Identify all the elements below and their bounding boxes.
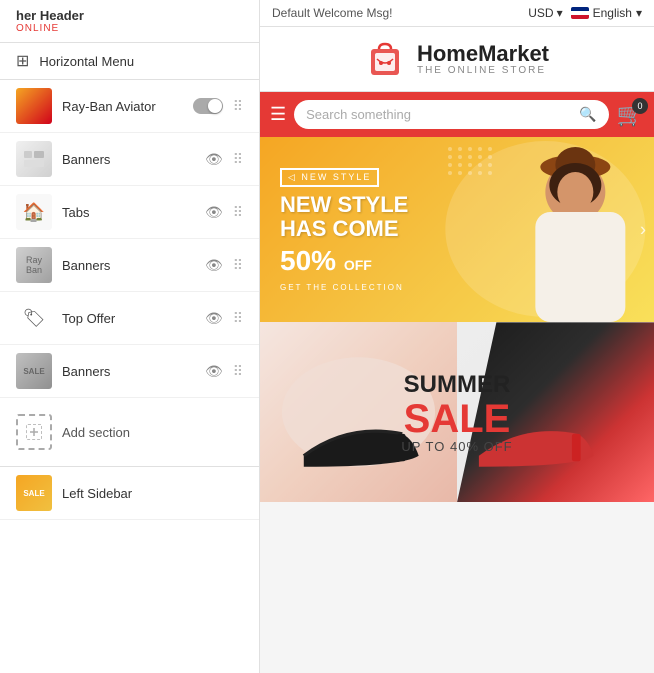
hamburger-icon[interactable]: ☰ — [270, 104, 286, 125]
banners3-label: Banners — [62, 364, 195, 379]
horizontal-menu-item[interactable]: ⊞ Horizontal Menu — [0, 43, 259, 80]
horizontal-menu-icon: ⊞ — [16, 51, 29, 71]
language-selector[interactable]: English ▾ — [571, 6, 642, 20]
header-label: her Header — [16, 8, 243, 23]
header-section: her Header ONLINE — [0, 0, 259, 43]
flag-icon — [571, 7, 589, 19]
banner-off-label: OFF — [344, 257, 372, 273]
currency-label: USD — [528, 6, 553, 20]
search-icon: 🔍 — [579, 106, 596, 123]
banners1-eye-icon[interactable]: 👁 — [205, 151, 223, 168]
left-sidebar-label: Left Sidebar — [62, 486, 243, 501]
summer-banner: SUMMER SALE UP TO 40% OFF — [260, 322, 654, 502]
tabs-section-item: 🏠 Tabs 👁 ⠿ — [0, 186, 259, 239]
banner-next-arrow[interactable]: › — [640, 219, 646, 240]
rayban-toggle[interactable] — [193, 98, 223, 114]
banner-tag: ◁ NEW STYLE — [280, 168, 379, 187]
banners1-label: Banners — [62, 152, 195, 167]
topoffer-label: Top Offer — [62, 311, 195, 326]
banner-discount: 50% OFF — [280, 245, 408, 277]
banners3-thumb: SALE — [16, 353, 52, 389]
left-panel: her Header ONLINE ⊞ Horizontal Menu Ray-… — [0, 0, 260, 673]
horizontal-menu-label: Horizontal Menu — [39, 54, 243, 69]
language-chevron-icon: ▾ — [636, 6, 642, 20]
store-name: HomeMarket — [417, 43, 549, 65]
store-logo — [365, 39, 405, 79]
tabs-eye-icon[interactable]: 👁 — [205, 204, 223, 221]
summer-sale: SALE — [401, 399, 512, 439]
add-section-label: Add section — [62, 425, 130, 440]
banners2-label: Banners — [62, 258, 195, 273]
banner-title: NEW STYLE HAS COME — [280, 193, 408, 241]
topoffer-thumb: 🏷 — [16, 300, 52, 336]
banners1-section-item: Banners 👁 ⠿ — [0, 133, 259, 186]
banner-cta: GET THE COLLECTION — [280, 283, 408, 292]
search-placeholder: Search something — [306, 107, 573, 122]
banners3-eye-icon[interactable]: 👁 — [205, 363, 223, 380]
welcome-msg: Default Welcome Msg! — [272, 6, 393, 20]
add-section-button[interactable]: Add section — [0, 398, 259, 467]
banner-content: ◁ NEW STYLE NEW STYLE HAS COME 50% OFF G… — [280, 167, 408, 292]
summer-sub: UP TO 40% OFF — [401, 439, 512, 454]
top-bar-right: USD ▾ English ▾ — [528, 6, 642, 20]
banners1-drag-icon[interactable]: ⠿ — [233, 151, 243, 168]
rayban-drag-icon[interactable]: ⠿ — [233, 98, 243, 115]
topoffer-section-item: 🏷 Top Offer 👁 ⠿ — [0, 292, 259, 345]
store-header: HomeMarket THE ONLINE STORE — [260, 27, 654, 92]
rayban-label: Ray-Ban Aviator — [62, 99, 183, 114]
rayban-section-item: Ray-Ban Aviator ⠿ — [0, 80, 259, 133]
currency-chevron-icon: ▾ — [557, 6, 563, 20]
banners2-eye-icon[interactable]: 👁 — [205, 257, 223, 274]
rayban-toggle-knob — [208, 99, 222, 113]
cart-button[interactable]: 🛒 0 — [617, 102, 644, 128]
nav-bar: ☰ Search something 🔍 🛒 0 — [260, 92, 654, 137]
cart-badge: 0 — [632, 98, 648, 114]
tabs-label: Tabs — [62, 205, 195, 220]
rayban-thumb — [16, 88, 52, 124]
header-sublabel: ONLINE — [16, 23, 243, 34]
banners3-section-item: SALE Banners 👁 ⠿ — [0, 345, 259, 398]
topoffer-eye-icon[interactable]: 👁 — [205, 310, 223, 327]
top-bar: Default Welcome Msg! USD ▾ English ▾ — [260, 0, 654, 27]
tabs-drag-icon[interactable]: ⠿ — [233, 204, 243, 221]
main-banner: ◁ NEW STYLE NEW STYLE HAS COME 50% OFF G… — [260, 137, 654, 322]
banners2-thumb: RayBan — [16, 247, 52, 283]
right-panel: Default Welcome Msg! USD ▾ English ▾ — [260, 0, 654, 673]
language-label: English — [593, 6, 632, 20]
left-sidebar-item: SALE Left Sidebar — [0, 467, 259, 520]
banners1-thumb — [16, 141, 52, 177]
add-section-icon — [16, 414, 52, 450]
banners2-drag-icon[interactable]: ⠿ — [233, 257, 243, 274]
store-name-block: HomeMarket THE ONLINE STORE — [417, 43, 549, 76]
store-subtitle: THE ONLINE STORE — [417, 65, 549, 76]
currency-selector[interactable]: USD ▾ — [528, 6, 562, 20]
tabs-thumb: 🏠 — [16, 194, 52, 230]
summer-title: SUMMER — [401, 371, 512, 399]
banner-model-area — [437, 137, 654, 322]
banners3-drag-icon[interactable]: ⠿ — [233, 363, 243, 380]
summer-text-block: SUMMER SALE UP TO 40% OFF — [401, 371, 512, 454]
left-sidebar-thumb: SALE — [16, 475, 52, 511]
banners2-section-item: RayBan Banners 👁 ⠿ — [0, 239, 259, 292]
topoffer-drag-icon[interactable]: ⠿ — [233, 310, 243, 327]
search-bar[interactable]: Search something 🔍 — [294, 100, 608, 129]
